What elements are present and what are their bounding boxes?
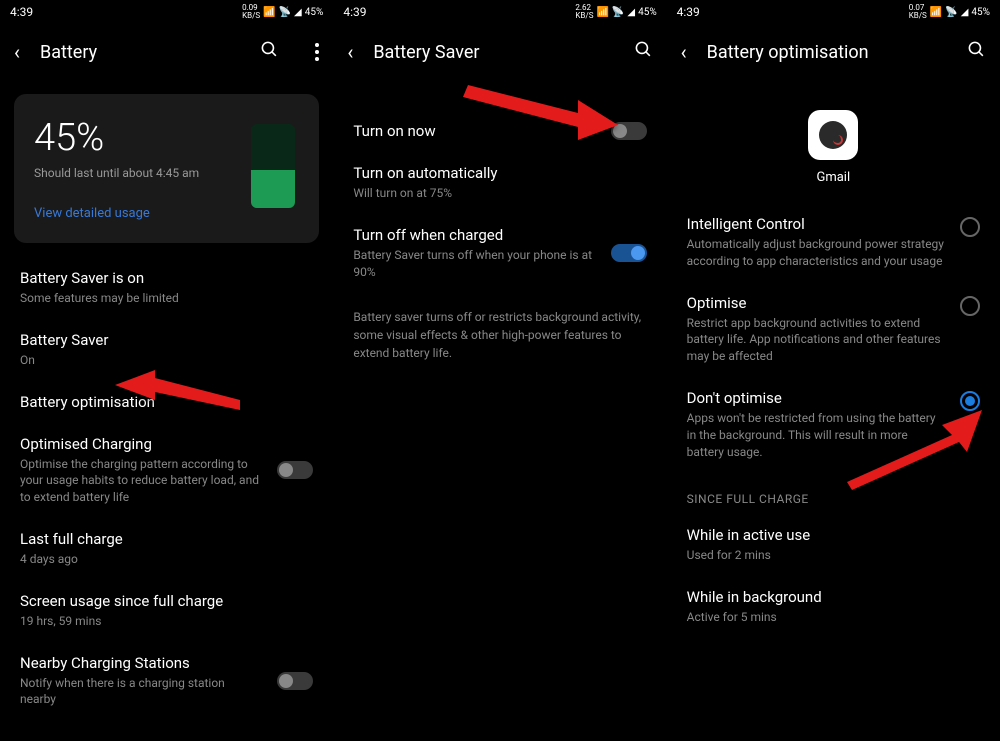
battery-saver-status[interactable]: Battery Saver is on Some features may be… [0, 257, 333, 319]
status-time: 4:39 [343, 5, 366, 19]
background-stat: While in background Active for 5 mins [667, 576, 1000, 638]
annotation-arrow [115, 370, 245, 434]
app-header: Gmail [667, 80, 1000, 203]
status-right: 0.07KB/S 📶📡◢45% [909, 4, 990, 20]
turn-on-auto-item[interactable]: Turn on automatically Will turn on at 75… [333, 152, 666, 214]
screen-header: ‹ Battery [0, 24, 333, 80]
intelligent-control-option[interactable]: Intelligent Control Automatically adjust… [667, 203, 1000, 282]
search-icon[interactable] [967, 40, 986, 64]
app-name: Gmail [667, 170, 1000, 185]
intelligent-radio[interactable] [960, 217, 980, 237]
back-icon[interactable]: ‹ [14, 40, 20, 64]
more-icon[interactable] [315, 43, 319, 61]
turn-off-charged-item[interactable]: Turn off when charged Battery Saver turn… [333, 214, 666, 293]
optimised-charging-toggle[interactable] [277, 461, 313, 479]
status-bar: 4:39 0.07KB/S 📶📡◢45% [667, 0, 1000, 24]
page-title: Battery optimisation [707, 42, 947, 63]
status-right: 2.62KB/S 📶📡◢45% [575, 4, 656, 20]
annotation-arrow [463, 85, 623, 159]
back-icon[interactable]: ‹ [347, 40, 353, 64]
saver-description: Battery saver turns off or restricts bac… [333, 292, 666, 378]
dont-optimise-radio[interactable] [960, 391, 980, 411]
last-charge-item[interactable]: Last full charge 4 days ago [0, 518, 333, 580]
battery-icon [251, 124, 295, 214]
status-time: 4:39 [10, 5, 33, 19]
status-bar: 4:39 0.09KB/S 📶📡◢45% [0, 0, 333, 24]
screen-header: ‹ Battery Saver [333, 24, 666, 80]
search-icon[interactable] [634, 40, 653, 64]
back-icon[interactable]: ‹ [681, 40, 687, 64]
page-title: Battery [40, 42, 240, 63]
turn-off-charged-toggle[interactable] [611, 244, 647, 262]
optimise-option[interactable]: Optimise Restrict app background activit… [667, 282, 1000, 377]
status-bar: 4:39 2.62KB/S 📶📡◢45% [333, 0, 666, 24]
screen-header: ‹ Battery optimisation [667, 24, 1000, 80]
active-use-stat: While in active use Used for 2 mins [667, 514, 1000, 576]
screen-usage-item[interactable]: Screen usage since full charge 19 hrs, 5… [0, 580, 333, 642]
search-icon[interactable] [260, 40, 279, 64]
page-title: Battery Saver [373, 42, 613, 63]
nearby-stations-item[interactable]: Nearby Charging Stations Notify when the… [0, 642, 333, 721]
nearby-stations-toggle[interactable] [277, 672, 313, 690]
optimise-radio[interactable] [960, 296, 980, 316]
status-time: 4:39 [677, 5, 700, 19]
battery-optimisation-screen: 4:39 0.07KB/S 📶📡◢45% ‹ Battery optimisat… [667, 0, 1000, 741]
battery-summary-card[interactable]: 45% Should last until about 4:45 am View… [14, 94, 319, 243]
battery-saver-screen: 4:39 2.62KB/S 📶📡◢45% ‹ Battery Saver Tur… [333, 0, 666, 741]
annotation-arrow [847, 410, 987, 494]
optimised-charging-item[interactable]: Optimised Charging Optimise the charging… [0, 423, 333, 518]
status-right: 0.09KB/S 📶📡◢45% [242, 4, 323, 20]
battery-screen: 4:39 0.09KB/S 📶📡◢45% ‹ Battery 45% Shoul… [0, 0, 333, 741]
app-icon [808, 110, 858, 160]
